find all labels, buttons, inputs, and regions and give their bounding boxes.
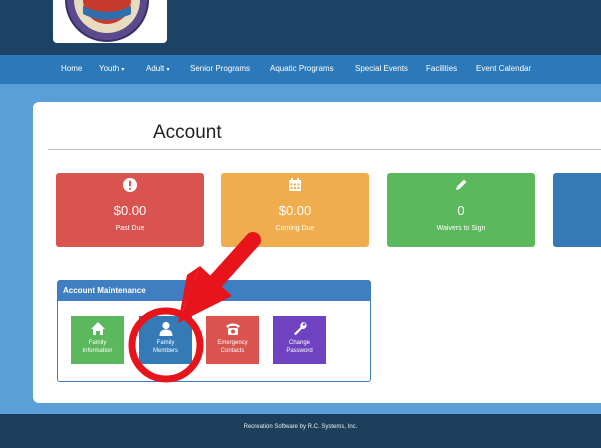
family-members-button[interactable]: Family Members — [139, 316, 192, 364]
exclamation-icon — [123, 178, 137, 192]
button-label-line1: Change — [288, 340, 311, 346]
nav-special-events[interactable]: Special Events — [355, 64, 408, 73]
nav-adult[interactable]: Adult ▾ — [146, 64, 169, 73]
caret-down-icon: ▾ — [166, 67, 170, 73]
calendar-icon — [289, 178, 301, 191]
user-icon — [159, 321, 172, 336]
button-label-line2: Members — [152, 348, 178, 354]
nav-event-calendar[interactable]: Event Calendar — [476, 64, 531, 73]
emergency-contacts-button[interactable]: Emergency Contacts — [206, 316, 259, 364]
main-nav: Home Youth ▾ Adult ▾ Senior Programs Aqu… — [0, 55, 601, 84]
nav-home[interactable]: Home — [61, 64, 82, 73]
panel-header: Account Maintenance — [58, 281, 370, 301]
pencil-icon — [456, 179, 467, 190]
caret-down-icon: ▾ — [121, 67, 125, 73]
panel-title: Account Maintenance — [63, 286, 146, 295]
extra-summary-tile[interactable] — [553, 173, 601, 247]
waivers-tile[interactable]: 0 Waivers to Sign — [387, 173, 535, 247]
button-label-line2: Password — [286, 348, 313, 354]
nav-aquatic-programs[interactable]: Aquatic Programs — [270, 64, 334, 73]
footer-credit: Recreation Software by R.C. Systems, Inc… — [243, 424, 358, 430]
button-label-line1: Emergency — [217, 340, 248, 346]
nav-youth[interactable]: Youth ▾ — [99, 64, 124, 73]
coming-due-amount: $0.00 — [278, 203, 312, 218]
nav-senior-programs[interactable]: Senior Programs — [190, 64, 250, 73]
phone-icon — [225, 323, 240, 335]
nav-facilities[interactable]: Facilities — [426, 64, 457, 73]
coming-due-label: Coming Due — [275, 225, 315, 232]
wrench-icon — [293, 322, 307, 336]
change-password-button[interactable]: Change Password — [273, 316, 326, 364]
waivers-count: 0 — [457, 203, 465, 218]
page-title: Account — [153, 122, 222, 143]
home-icon — [90, 322, 105, 335]
button-label-line1: Family — [88, 340, 107, 346]
site-footer: Recreation Software by R.C. Systems, Inc… — [0, 414, 601, 448]
family-information-button[interactable]: Family Information — [71, 316, 124, 364]
button-label-line2: Information — [82, 348, 113, 354]
button-label-line1: Family — [156, 340, 175, 346]
site-logo[interactable] — [53, 0, 167, 43]
title-divider — [48, 149, 601, 150]
past-due-label: Past Due — [115, 225, 145, 232]
past-due-amount: $0.00 — [113, 203, 147, 218]
site-header — [0, 0, 601, 55]
button-label-line2: Contacts — [220, 348, 245, 354]
past-due-tile[interactable]: $0.00 Past Due — [56, 173, 204, 247]
waivers-label: Waivers to Sign — [436, 225, 486, 232]
coming-due-tile[interactable]: $0.00 Coming Due — [221, 173, 369, 247]
